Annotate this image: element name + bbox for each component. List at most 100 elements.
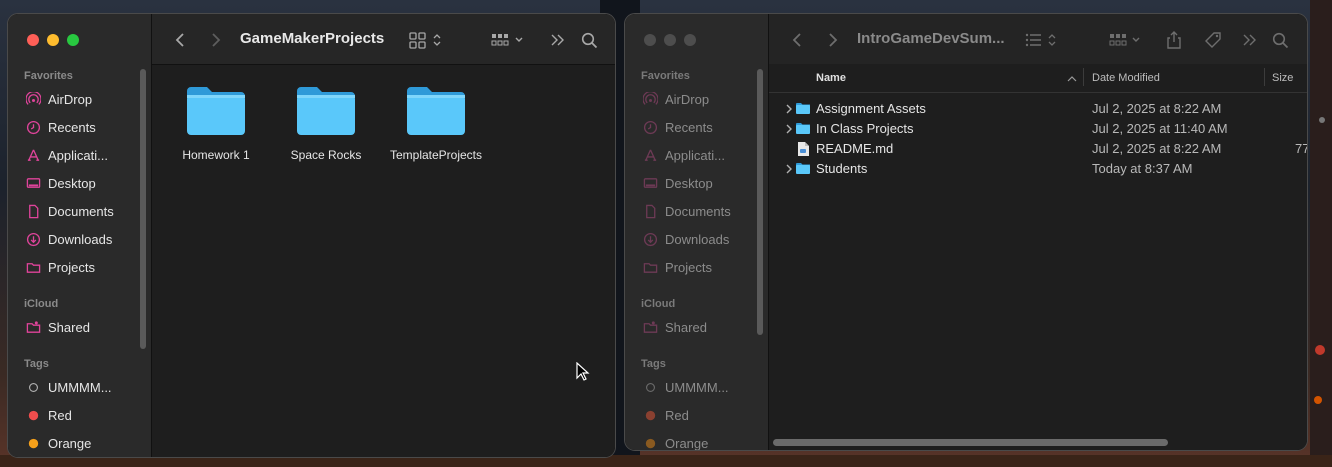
sidebar-item-label: Shared [48, 319, 90, 335]
more-toolbar-icon[interactable] [1241, 30, 1259, 50]
tag-icon[interactable] [1203, 30, 1223, 50]
date-modified: Jul 2, 2025 at 11:40 AM [1092, 121, 1228, 136]
disclosure-chevron-icon[interactable] [785, 104, 793, 114]
search-icon[interactable] [1271, 30, 1289, 50]
sidebar-item-shared[interactable]: Shared [641, 315, 707, 339]
sidebar-tag-ummmm[interactable]: UMMMM... [24, 375, 112, 399]
sidebar-item-label: Desktop [665, 175, 713, 191]
column-divider[interactable] [1083, 68, 1084, 86]
shared-folder-icon [641, 318, 659, 336]
more-toolbar-icon[interactable] [549, 30, 567, 50]
sidebar-item-projects[interactable]: Projects [641, 255, 712, 279]
sidebar-item-desktop[interactable]: Desktop [641, 171, 713, 195]
sidebar-item-airdrop[interactable]: AirDrop [24, 87, 92, 111]
folder-icon [796, 163, 810, 174]
sidebar-item-label: Documents [665, 203, 731, 219]
sidebar-item-label: Desktop [48, 175, 96, 191]
table-row[interactable]: Assignment Assets Jul 2, 2025 at 8:22 AM [769, 99, 1307, 119]
tag-orange-icon [641, 434, 659, 450]
sort-ascending-icon [1067, 76, 1077, 82]
sidebar-item-airdrop[interactable]: AirDrop [641, 87, 709, 111]
sidebar-item-applications[interactable]: Applicati... [641, 143, 725, 167]
sidebar-item-label: Downloads [48, 231, 113, 247]
window-controls [27, 34, 79, 46]
sidebar-scrollbar[interactable] [140, 69, 146, 349]
sidebar-item-label: UMMMM... [48, 379, 112, 395]
sidebar-section-icloud: iCloud [641, 298, 676, 310]
group-by-icon[interactable] [1109, 30, 1145, 50]
sidebar-item-desktop[interactable]: Desktop [24, 171, 96, 195]
sidebar-scrollbar[interactable] [757, 69, 763, 335]
sidebar-section-favorites: Favorites [24, 70, 73, 82]
group-by-icon[interactable] [491, 30, 527, 50]
sidebar-tag-orange[interactable]: Orange [641, 431, 709, 451]
sidebar-item-documents[interactable]: Documents [24, 199, 114, 223]
sidebar: Favorites AirDrop Recents Applicati... D… [625, 14, 769, 450]
folder-item-homework-1[interactable]: Homework 1 [166, 85, 266, 162]
sidebar-item-label: Orange [48, 435, 92, 451]
folder-item-space-rocks[interactable]: Space Rocks [276, 85, 376, 162]
disclosure-chevron-icon[interactable] [785, 124, 793, 134]
finder-window-gamemakerprojects[interactable]: Favorites AirDrop Recents Applicati... D… [7, 13, 616, 458]
date-modified: Jul 2, 2025 at 8:22 AM [1092, 101, 1222, 116]
column-header-date-modified[interactable]: Date Modified [1092, 72, 1160, 84]
airdrop-icon [641, 90, 659, 108]
sidebar-section-tags: Tags [641, 358, 666, 370]
sidebar-tag-orange[interactable]: Orange [24, 431, 91, 455]
folder-icon [297, 87, 355, 135]
sidebar-item-label: Recents [665, 119, 713, 135]
sidebar-item-documents[interactable]: Documents [641, 199, 731, 223]
desktop-icon [24, 174, 42, 192]
file-name: Students [816, 161, 868, 176]
back-chevron-icon[interactable] [172, 30, 188, 50]
sidebar-tag-ummmm[interactable]: UMMMM... [641, 375, 729, 399]
zoom-button[interactable] [67, 34, 79, 46]
table-row[interactable]: In Class Projects Jul 2, 2025 at 11:40 A… [769, 119, 1307, 139]
forward-chevron-icon[interactable] [208, 30, 224, 50]
close-button[interactable] [27, 34, 39, 46]
sidebar-item-label: Red [48, 407, 72, 423]
date-modified: Today at 8:37 AM [1092, 161, 1193, 176]
folder-icon [796, 123, 810, 134]
sidebar-item-shared[interactable]: Shared [24, 315, 90, 339]
share-icon[interactable] [1165, 30, 1183, 50]
sidebar-item-downloads[interactable]: Downloads [24, 227, 112, 251]
minimize-button[interactable] [47, 34, 59, 46]
disclosure-chevron-icon[interactable] [785, 164, 793, 174]
sidebar-item-label: Downloads [665, 231, 730, 247]
back-chevron-icon[interactable] [789, 30, 805, 50]
sidebar-item-projects[interactable]: Projects [24, 255, 95, 279]
sidebar-tag-red[interactable]: Red [24, 403, 72, 427]
forward-chevron-icon[interactable] [825, 30, 841, 50]
icon-view-icon[interactable] [409, 30, 445, 50]
column-header-size[interactable]: Size [1272, 72, 1293, 84]
sidebar-tag-red[interactable]: Red [641, 403, 689, 427]
sidebar-item-recents[interactable]: Recents [641, 115, 713, 139]
sidebar-section-icloud: iCloud [24, 298, 59, 310]
column-divider[interactable] [1264, 68, 1265, 86]
folder-item-templateprojects[interactable]: TemplateProjects [386, 85, 486, 162]
column-header-name[interactable]: Name [816, 72, 846, 84]
sidebar-item-label: Shared [665, 319, 707, 335]
sidebar-item-applications[interactable]: Applicati... [24, 143, 108, 167]
list-header: Name Date Modified Size [769, 64, 1307, 93]
list-view-icon[interactable] [1025, 30, 1061, 50]
sidebar-item-label: Orange [665, 435, 709, 451]
folder-icon [641, 258, 659, 276]
search-icon[interactable] [580, 30, 598, 50]
finder-window-introgamedev[interactable]: Favorites AirDrop Recents Applicati... D… [624, 13, 1308, 451]
toolbar: IntroGameDevSum... [769, 14, 1307, 64]
sidebar-item-label: Applicati... [665, 147, 725, 163]
sidebar-item-downloads[interactable]: Downloads [641, 227, 729, 251]
minimize-button[interactable] [664, 34, 676, 46]
window-title: IntroGameDevSum... [857, 30, 1005, 47]
file-size: 77 [1295, 141, 1307, 156]
zoom-button[interactable] [684, 34, 696, 46]
close-button[interactable] [644, 34, 656, 46]
folder-label: TemplateProjects [389, 148, 483, 162]
window-controls [644, 34, 696, 46]
table-row[interactable]: Students Today at 8:37 AM [769, 159, 1307, 179]
sidebar-item-recents[interactable]: Recents [24, 115, 96, 139]
horizontal-scrollbar[interactable] [773, 439, 1168, 446]
table-row[interactable]: README.md Jul 2, 2025 at 8:22 AM 77 [769, 139, 1307, 159]
